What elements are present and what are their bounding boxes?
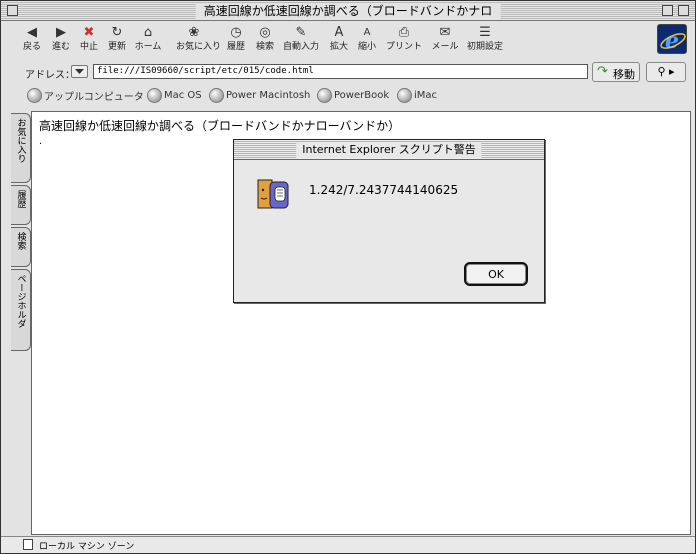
favorites-bar: アップルコンピュータ Mac OS Power Macintosh PowerB… bbox=[1, 85, 695, 109]
favorite-link[interactable]: Power Macintosh bbox=[209, 88, 310, 103]
autofill-button[interactable]: ✎ 自動入力 bbox=[283, 25, 319, 53]
dialog-title-bar[interactable]: Internet Explorer スクリプト警告 bbox=[234, 140, 544, 160]
mail-button[interactable]: ✉ メール bbox=[427, 25, 463, 53]
globe-icon bbox=[147, 88, 162, 103]
favorite-link[interactable]: アップルコンピュータ bbox=[27, 88, 144, 103]
collapse-box[interactable] bbox=[678, 5, 689, 16]
status-text: ローカル マシン ゾーン bbox=[39, 542, 135, 552]
close-box[interactable] bbox=[7, 5, 18, 16]
globe-icon bbox=[317, 88, 332, 103]
tab-page-holder[interactable]: ページホルダ bbox=[11, 269, 31, 351]
toolbar: ◀ 戻る ▶ 進む ✖ 中止 ↻ 更新 ⌂ ホーム ❀ お気に入り ◷ 履歴 ◎ bbox=[1, 22, 695, 60]
home-icon: ⌂ bbox=[143, 25, 153, 40]
globe-icon bbox=[397, 88, 412, 103]
address-label: アドレス： bbox=[25, 70, 75, 81]
shrink-text-button[interactable]: A 縮小 bbox=[349, 25, 385, 53]
print-icon: ⎙ bbox=[398, 25, 410, 40]
preferences-button[interactable]: ☰ 初期設定 bbox=[467, 25, 503, 53]
status-bar: ローカル マシン ゾーン bbox=[1, 536, 695, 553]
forward-arrow-icon: ▶ bbox=[56, 25, 66, 40]
explorer-bar-tabs: お気に入り 履歴 検索 ページホルダ bbox=[9, 113, 31, 353]
print-button[interactable]: ⎙ プリント bbox=[386, 25, 422, 53]
alert-face-icon bbox=[256, 178, 290, 212]
zoom-box[interactable] bbox=[662, 5, 673, 16]
title-bar[interactable]: 高速回線か低速回線か調べる（ブロードバンドかナロ bbox=[1, 1, 695, 21]
chevron-down-icon bbox=[75, 69, 84, 74]
home-button[interactable]: ⌂ ホーム bbox=[130, 25, 166, 53]
stop-icon: ✖ bbox=[83, 25, 95, 40]
favorite-link[interactable]: PowerBook bbox=[317, 88, 389, 103]
autofill-icon: ✎ bbox=[295, 25, 307, 40]
go-arrow-icon: ↷ bbox=[597, 64, 608, 79]
ok-button[interactable]: OK bbox=[464, 262, 528, 286]
globe-icon bbox=[209, 88, 224, 103]
dialog-title: Internet Explorer スクリプト警告 bbox=[296, 142, 482, 158]
zone-icon bbox=[23, 539, 33, 550]
history-icon: ◷ bbox=[230, 25, 242, 40]
tab-search[interactable]: 検索 bbox=[11, 227, 31, 267]
magnifier-icon: ⚲ ▸ bbox=[657, 65, 675, 78]
address-bar: アドレス： file:///IS09660/script/etc/015/cod… bbox=[1, 61, 695, 85]
tab-favorites[interactable]: お気に入り bbox=[11, 113, 31, 183]
quick-search-button[interactable]: ⚲ ▸ bbox=[646, 62, 686, 82]
page-heading: 高速回線か低速回線か調べる（ブロードバンドかナローバンドか） bbox=[39, 119, 401, 133]
ie-logo[interactable]: e bbox=[657, 24, 687, 54]
search-icon: ◎ bbox=[259, 25, 271, 40]
enlarge-text-icon: A bbox=[334, 25, 344, 40]
script-alert-dialog: Internet Explorer スクリプト警告 1.242/7.243774… bbox=[233, 139, 545, 303]
shrink-text-icon: A bbox=[363, 27, 371, 38]
mail-icon: ✉ bbox=[439, 25, 451, 40]
favorites-button[interactable]: ❀ お気に入り bbox=[176, 25, 221, 53]
address-input[interactable]: file:///IS09660/script/etc/015/code.html bbox=[93, 64, 588, 79]
dialog-message: 1.242/7.2437744140625 bbox=[309, 183, 459, 197]
go-button[interactable]: ↷ 移動 bbox=[592, 62, 640, 82]
svg-text:e: e bbox=[665, 28, 679, 54]
preferences-icon: ☰ bbox=[479, 25, 491, 40]
ie-e-icon: e bbox=[660, 28, 686, 54]
back-arrow-icon: ◀ bbox=[27, 25, 37, 40]
favorites-icon: ❀ bbox=[188, 25, 200, 40]
tab-history[interactable]: 履歴 bbox=[11, 185, 31, 225]
window-title: 高速回線か低速回線か調べる（ブロードバンドかナロ bbox=[195, 3, 501, 19]
address-dropdown[interactable] bbox=[71, 65, 88, 78]
favorite-link[interactable]: Mac OS bbox=[147, 88, 202, 103]
page-text: . bbox=[39, 136, 43, 147]
favorite-link[interactable]: iMac bbox=[397, 88, 437, 103]
globe-icon bbox=[27, 88, 42, 103]
browser-window: 高速回線か低速回線か調べる（ブロードバンドかナロ ◀ 戻る ▶ 進む ✖ 中止 … bbox=[0, 0, 696, 554]
search-button[interactable]: ◎ 検索 bbox=[247, 25, 283, 53]
refresh-icon: ↻ bbox=[111, 25, 123, 40]
